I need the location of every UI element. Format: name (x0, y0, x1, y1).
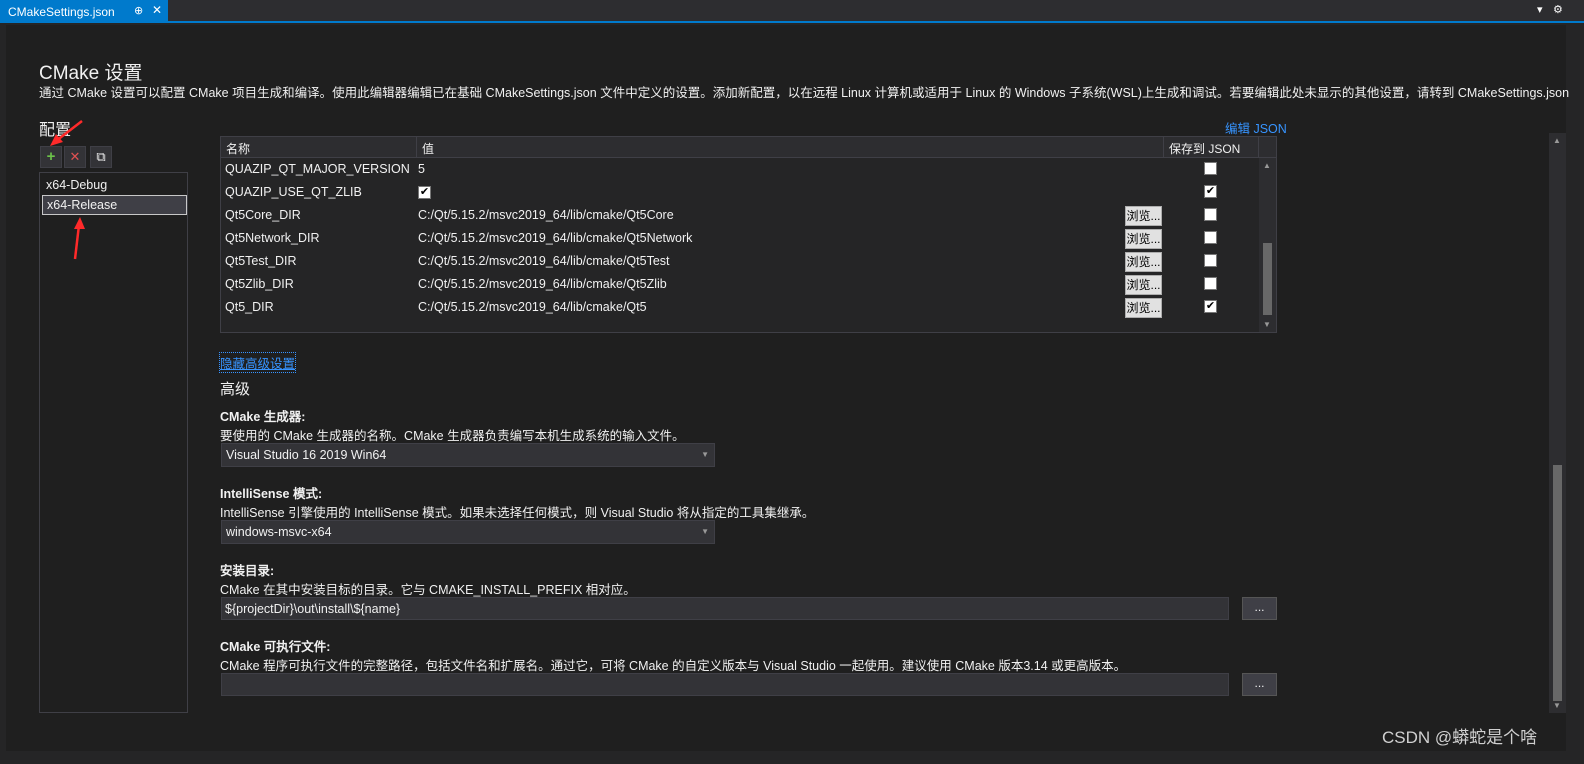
scroll-up-icon[interactable]: ▲ (1553, 136, 1561, 145)
grid-row[interactable]: Qt5Network_DIR C:/Qt/5.15.2/msvc2019_64/l… (221, 227, 1261, 250)
remove-config-button[interactable]: ✕ (64, 146, 86, 168)
cache-variables-grid: 名称 值 保存到 JSON QUAZIP_QT_MAJOR_VERSION 5 QU… (220, 136, 1277, 333)
grid-row[interactable]: Qt5Test_DIR C:/Qt/5.15.2/msvc2019_64/lib/… (221, 250, 1261, 273)
variable-name: Qt5Core_DIR (225, 208, 301, 222)
advanced-heading: 高级 (220, 381, 251, 398)
variable-value[interactable]: C:/Qt/5.15.2/msvc2019_64/lib/cmake/Qt5Co… (418, 208, 674, 222)
page-scrollbar[interactable]: ▲ ▼ (1549, 133, 1566, 713)
config-item-x64-release[interactable]: x64-Release (42, 195, 187, 215)
variable-value[interactable]: C:/Qt/5.15.2/msvc2019_64/lib/cmake/Qt5 (418, 300, 647, 314)
cmake-settings-editor: CMake 设置 通过 CMake 设置可以配置 CMake 项目生成和编译。使… (6, 25, 1570, 751)
column-header-name[interactable]: 名称 (221, 137, 417, 158)
delete-icon: ✕ (69, 149, 81, 164)
variable-value[interactable]: 5 (418, 162, 425, 176)
hide-advanced-link[interactable]: 隐藏高级设置 (218, 352, 297, 373)
generator-label: CMake 生成器: (220, 410, 306, 424)
variable-name: QUAZIP_USE_QT_ZLIB (225, 185, 362, 199)
document-tab-strip: CMakeSettings.json ⊕ ✕ ▾ ⚙ (0, 0, 1584, 23)
page-scroll-thumb[interactable] (1553, 465, 1562, 701)
save-to-json-checkbox[interactable] (1204, 231, 1217, 244)
grid-row[interactable]: Qt5Core_DIR C:/Qt/5.15.2/msvc2019_64/lib/… (221, 204, 1261, 227)
save-to-json-checkbox[interactable] (1204, 254, 1217, 267)
pin-icon[interactable]: ⊕ (134, 4, 143, 17)
add-config-button[interactable]: + (40, 146, 62, 168)
column-header-value[interactable]: 值 (417, 137, 1164, 158)
install-dir-browse-button[interactable]: ... (1242, 597, 1277, 620)
watermark: CSDN @蟒蛇是个啥 (1382, 728, 1538, 747)
grid-scroll-thumb[interactable] (1263, 243, 1272, 315)
page-title: CMake 设置 (39, 63, 143, 84)
save-to-json-checkbox[interactable]: ✔ (1204, 300, 1217, 313)
save-to-json-checkbox[interactable]: ✔ (1204, 185, 1217, 198)
config-list: x64-Debug x64-Release (39, 172, 188, 713)
cmake-exe-input[interactable] (221, 673, 1229, 696)
browse-button[interactable]: 浏览... (1125, 206, 1162, 226)
value-checkbox[interactable]: ✔ (418, 186, 431, 199)
config-item-x64-debug[interactable]: x64-Debug (42, 176, 187, 196)
grid-scrollbar[interactable]: ▲ ▼ (1259, 158, 1276, 332)
generator-value: Visual Studio 16 2019 Win64 (226, 448, 387, 462)
tab-title: CMakeSettings.json (8, 5, 115, 19)
intellisense-value: windows-msvc-x64 (226, 525, 332, 539)
browse-button[interactable]: 浏览... (1125, 298, 1162, 318)
column-header-spacer (1259, 137, 1276, 158)
variable-value[interactable]: C:/Qt/5.15.2/msvc2019_64/lib/cmake/Qt5Te… (418, 254, 670, 268)
gear-icon[interactable]: ⚙ (1553, 3, 1563, 16)
variable-value[interactable]: C:/Qt/5.15.2/msvc2019_64/lib/cmake/Qt5Ne… (418, 231, 692, 245)
chevron-down-icon: ▼ (701, 527, 709, 536)
close-icon[interactable]: ✕ (152, 3, 162, 17)
grid-row[interactable]: Qt5_DIR C:/Qt/5.15.2/msvc2019_64/lib/cmak… (221, 296, 1261, 319)
annotation-arrow-add (50, 120, 83, 146)
page-description: 通过 CMake 设置可以配置 CMake 项目生成和编译。使用此编辑器编辑已在… (39, 86, 1570, 100)
save-to-json-checkbox[interactable] (1204, 162, 1217, 175)
grid-row[interactable]: QUAZIP_USE_QT_ZLIB ✔ ✔ (221, 181, 1261, 204)
variable-name: QUAZIP_QT_MAJOR_VERSION (225, 162, 410, 176)
install-dir-label: 安装目录: (220, 564, 275, 578)
scroll-up-icon[interactable]: ▲ (1263, 161, 1271, 170)
chevron-down-icon: ▼ (701, 450, 709, 459)
tab-cmakesettings[interactable]: CMakeSettings.json ⊕ ✕ (0, 0, 168, 23)
browse-button[interactable]: 浏览... (1125, 252, 1162, 272)
grid-row[interactable]: QUAZIP_QT_MAJOR_VERSION 5 (221, 158, 1261, 181)
copy-icon: ⧉ (96, 149, 106, 164)
variable-name: Qt5Zlib_DIR (225, 277, 294, 291)
variable-name: Qt5_DIR (225, 300, 274, 314)
generator-description: 要使用的 CMake 生成器的名称。CMake 生成器负责编写本机生成系统的输入… (220, 429, 685, 443)
tab-list-dropdown-icon[interactable]: ▾ (1537, 3, 1543, 16)
intellisense-description: IntelliSense 引擎使用的 IntelliSense 模式。如果未选择… (220, 506, 815, 520)
browse-button[interactable]: 浏览... (1125, 229, 1162, 249)
browse-button[interactable]: 浏览... (1125, 275, 1162, 295)
scroll-down-icon[interactable]: ▼ (1553, 701, 1561, 710)
intellisense-label: IntelliSense 模式: (220, 487, 323, 501)
edit-json-link[interactable]: 编辑 JSON (1225, 118, 1287, 137)
cmake-exe-browse-button[interactable]: ... (1242, 673, 1277, 696)
plus-icon: + (46, 148, 56, 165)
install-dir-input[interactable]: ${projectDir}\out\install\${name} (221, 597, 1229, 620)
save-to-json-checkbox[interactable] (1204, 208, 1217, 221)
copy-config-button[interactable]: ⧉ (90, 146, 112, 168)
column-header-save-json[interactable]: 保存到 JSON (1164, 137, 1259, 158)
scroll-down-icon[interactable]: ▼ (1263, 320, 1271, 329)
cmake-exe-label: CMake 可执行文件: (220, 640, 331, 654)
variable-name: Qt5Test_DIR (225, 254, 297, 268)
intellisense-mode-select[interactable]: windows-msvc-x64 ▼ (221, 520, 715, 544)
grid-row[interactable]: Qt5Zlib_DIR C:/Qt/5.15.2/msvc2019_64/lib/… (221, 273, 1261, 296)
annotation-arrow-release (73, 217, 85, 260)
save-to-json-checkbox[interactable] (1204, 277, 1217, 290)
generator-select[interactable]: Visual Studio 16 2019 Win64 ▼ (221, 443, 715, 467)
variable-value[interactable]: C:/Qt/5.15.2/msvc2019_64/lib/cmake/Qt5Zl… (418, 277, 667, 291)
install-dir-description: CMake 在其中安装目标的目录。它与 CMAKE_INSTALL_PREFIX… (220, 583, 636, 597)
variable-name: Qt5Network_DIR (225, 231, 320, 245)
cmake-exe-description: CMake 程序可执行文件的完整路径，包括文件名和扩展名。通过它，可将 CMak… (220, 659, 1127, 673)
